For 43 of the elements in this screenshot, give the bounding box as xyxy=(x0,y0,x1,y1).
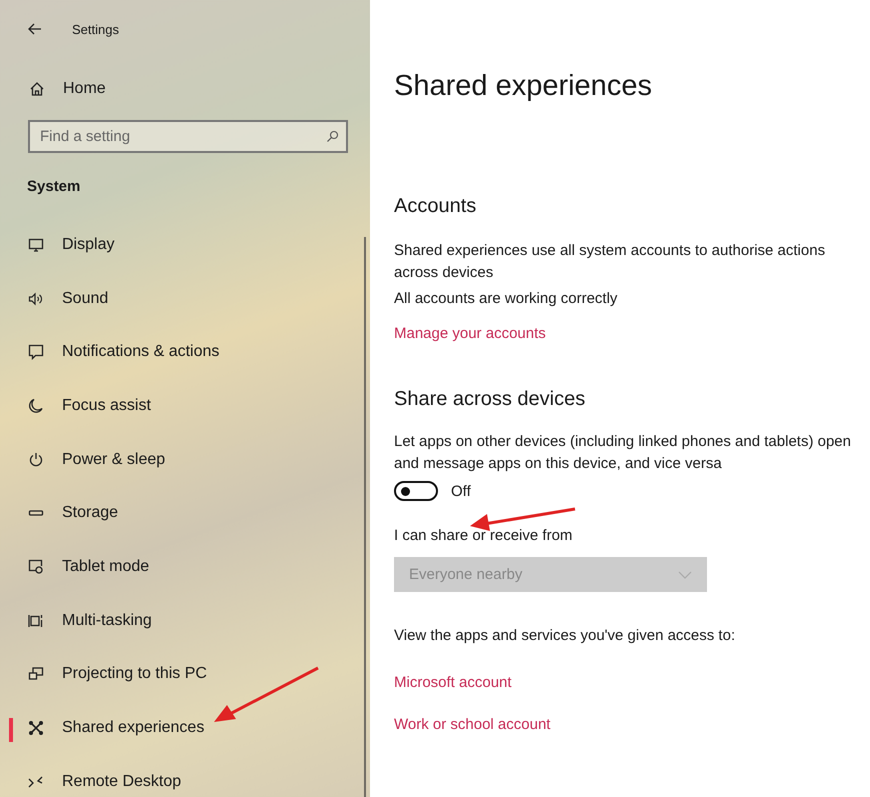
shared-icon xyxy=(28,720,44,736)
screens-icon xyxy=(28,666,44,682)
sidebar-item[interactable]: Shared experiences xyxy=(0,701,320,755)
sidebar-item[interactable]: Storage xyxy=(0,486,320,540)
account-link[interactable]: Work or school account xyxy=(394,716,550,733)
sidebar-item[interactable]: Projecting to this PC xyxy=(0,648,320,702)
status-text: All accounts are working correctly xyxy=(394,289,618,309)
description-text: Shared experiences use all system accounts to authorise actions across devices xyxy=(394,241,826,283)
tablet-icon xyxy=(28,558,44,575)
access-text: View the apps and services you've given access to: xyxy=(394,626,736,646)
search-icon xyxy=(326,130,339,143)
speaker-icon xyxy=(28,290,44,307)
home-icon xyxy=(29,81,45,97)
sidebar-item[interactable]: Remote Desktop xyxy=(0,754,320,797)
section-heading: Share across devices xyxy=(394,388,586,411)
dropdown-label: I can share or receive from xyxy=(394,526,574,546)
sidebar-item[interactable]: Multi-tasking xyxy=(0,594,320,648)
chevron-icon xyxy=(678,570,692,578)
section-heading: Accounts xyxy=(394,195,478,218)
monitor-icon xyxy=(28,236,44,253)
moon-icon xyxy=(28,398,44,414)
back-icon[interactable] xyxy=(28,23,42,35)
sidebar-item[interactable]: Tablet mode xyxy=(0,540,320,594)
scrollbar[interactable] xyxy=(364,237,366,797)
sidebar-item[interactable]: Display xyxy=(0,218,320,272)
power-icon xyxy=(28,452,44,468)
manage-accounts-link[interactable]: Manage your accounts xyxy=(394,325,546,342)
windows-icon xyxy=(28,612,44,629)
description-text: Let apps on other devices (including linked phones and tablets) open and message apps on this device, and vice versa xyxy=(394,432,852,474)
sidebar-item[interactable]: Power & sleep xyxy=(0,432,320,486)
remote-icon xyxy=(28,774,44,790)
search-field[interactable]: Find a setting xyxy=(28,120,348,153)
sidebar-item[interactable]: Focus assist xyxy=(0,379,320,433)
account-link[interactable]: Microsoft account xyxy=(394,674,512,691)
section-heading: System xyxy=(27,178,80,195)
window-title: Settings xyxy=(72,22,119,36)
sidebar-item[interactable]: Sound xyxy=(0,272,320,326)
home-item[interactable]: Home xyxy=(29,80,106,98)
toggle-switch[interactable] xyxy=(394,481,438,501)
page-title: Shared experiences xyxy=(394,70,653,103)
toggle-label: Off xyxy=(451,482,471,500)
message-icon xyxy=(28,344,44,360)
sidebar-item[interactable]: Notifications & actions xyxy=(0,325,320,380)
